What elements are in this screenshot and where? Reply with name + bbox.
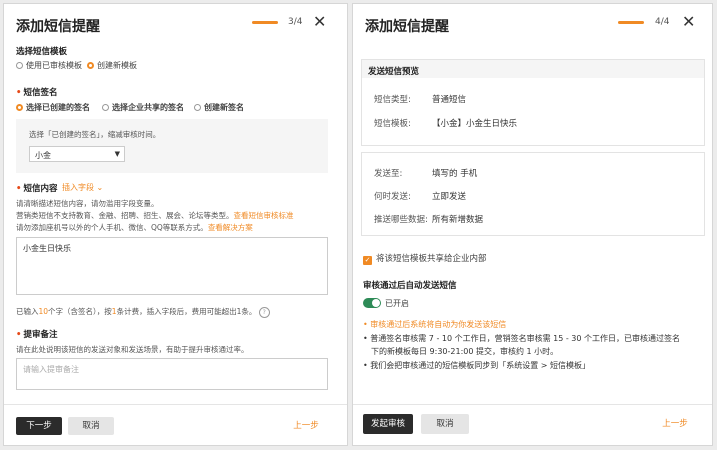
signature-box: 选择「已创建的签名」，缩减审核时间。 小金 ▼ [16, 119, 328, 173]
auto-send-heading: 审核通过后自动发送短信 [363, 281, 457, 291]
radio-selected-icon [16, 104, 23, 111]
toggle-label: 已开启 [385, 299, 409, 308]
remark-label: • 提审备注 [16, 330, 58, 340]
signature-select[interactable]: 小金 ▼ [29, 146, 125, 162]
template-label: 短信模板: [374, 119, 411, 129]
content-desc-2: 营销类短信不支持教育、金融、招聘、招生、展会、论坛等类型。查看短信审核标准 [16, 211, 294, 220]
radio-icon [102, 104, 109, 111]
insert-field-dropdown[interactable]: 插入字段 ⌄ [62, 182, 103, 193]
when-value: 立即发送 [432, 192, 467, 202]
which-label: 推送哪些数据: [374, 215, 428, 225]
remark-input[interactable]: 请输入提审备注 [16, 358, 328, 390]
share-checkbox[interactable]: ✓ 将该短信模板共享给企业内部 [363, 252, 487, 265]
audit-standard-link[interactable]: 查看短信审核标准 [234, 211, 294, 220]
signature-option-shared[interactable]: 选择企业共享的签名 [102, 102, 184, 113]
type-label: 短信类型: [374, 95, 411, 105]
solution-link[interactable]: 查看解决方案 [208, 223, 253, 232]
help-circle-icon[interactable]: ? [258, 307, 270, 318]
caret-down-icon: ▼ [114, 150, 120, 158]
to-label: 发送至: [374, 169, 403, 179]
checkmark-icon: ✓ [363, 256, 372, 265]
prev-button[interactable]: 上一步 [655, 415, 695, 433]
close-icon[interactable]: ✕ [682, 14, 695, 30]
bullet-2-cont: 下的新模板每日 9:30-21:00 提交，审核约 1 小时。 [371, 347, 559, 356]
content-textarea[interactable]: 小金生日快乐 [16, 237, 328, 295]
radio-icon [194, 104, 201, 111]
step-indicator: 3/4 [288, 17, 303, 27]
prev-button[interactable]: 上一步 [286, 417, 326, 435]
bullet-2: • 普通签名审核需 7 - 10 个工作日，营销签名审核需 15 - 30 个工… [363, 334, 681, 343]
content-label: • 短信内容 [16, 184, 58, 194]
progress-bar [618, 21, 644, 24]
footer-divider [353, 404, 712, 405]
type-value: 普通短信 [432, 95, 467, 105]
to-value: 填写的 手机 [432, 169, 478, 179]
template-value: 【小金】小金生日快乐 [432, 119, 518, 129]
template-option-new[interactable]: 创建新模板 [87, 60, 137, 71]
content-desc-3: 请勿添加座机号以外的个人手机、微信、QQ等联系方式。查看解决方案 [16, 223, 253, 232]
which-value: 所有新增数据 [432, 215, 484, 225]
preview-header: 发送短信预览 [362, 60, 704, 78]
dialog-title: 添加短信提醒 [365, 19, 449, 35]
signature-option-created[interactable]: 选择已创建的签名 [16, 102, 90, 113]
next-button[interactable]: 下一步 [16, 417, 62, 435]
when-label: 何时发送: [374, 192, 411, 202]
chevron-down-icon: ⌄ [96, 183, 104, 192]
radio-icon [16, 62, 23, 69]
char-count: 已输入10个字（含签名），按1条计费，插入字段后，费用可能超出1条。 ? [16, 306, 270, 318]
bullet-3: • 我们会把审核通过的短信模板同步到「系统设置 > 短信模板」 [363, 361, 591, 370]
signature-hint: 选择「已创建的签名」，缩减审核时间。 [29, 130, 161, 139]
footer-divider [4, 404, 347, 405]
content-desc-1: 请清晰描述短信内容，请勿滥用字段变量。 [16, 199, 159, 208]
dialog-title: 添加短信提醒 [16, 19, 100, 35]
preview-section: 发送短信预览 短信类型: 普通短信 短信模板: 【小金】小金生日快乐 [361, 59, 705, 146]
signature-option-new[interactable]: 创建新签名 [194, 102, 244, 113]
radio-selected-icon [87, 62, 94, 69]
cancel-button[interactable]: 取消 [68, 417, 114, 435]
toggle-knob [372, 299, 380, 307]
cancel-button[interactable]: 取消 [421, 414, 469, 434]
sms-dialog-step-3: 添加短信提醒 3/4 ✕ 选择短信模板 使用已审核模板 创建新模板 • 短信签名 … [3, 3, 348, 446]
template-label: 选择短信模板 [16, 47, 68, 57]
template-option-existing[interactable]: 使用已审核模板 [16, 60, 82, 71]
progress-bar [252, 21, 278, 24]
preview-heading: 发送短信预览 [368, 67, 420, 77]
submit-review-button[interactable]: 发起审核 [363, 414, 413, 434]
close-icon[interactable]: ✕ [313, 14, 326, 30]
sms-dialog-step-4: 添加短信提醒 4/4 ✕ 发送短信预览 短信类型: 普通短信 短信模板: 【小金… [352, 3, 713, 446]
bullet-1: • 审核通过后系统将自动为你发送该短信 [363, 320, 507, 329]
auto-send-toggle[interactable] [363, 298, 381, 308]
signature-label: • 短信签名 [16, 88, 58, 98]
remark-desc: 请在此处说明该短信的发送对象和发送场景，有助于提升审核通过率。 [16, 345, 249, 354]
send-settings-section: 发送至: 填写的 手机 何时发送: 立即发送 推送哪些数据: 所有新增数据 [361, 152, 705, 236]
step-indicator: 4/4 [655, 17, 670, 27]
